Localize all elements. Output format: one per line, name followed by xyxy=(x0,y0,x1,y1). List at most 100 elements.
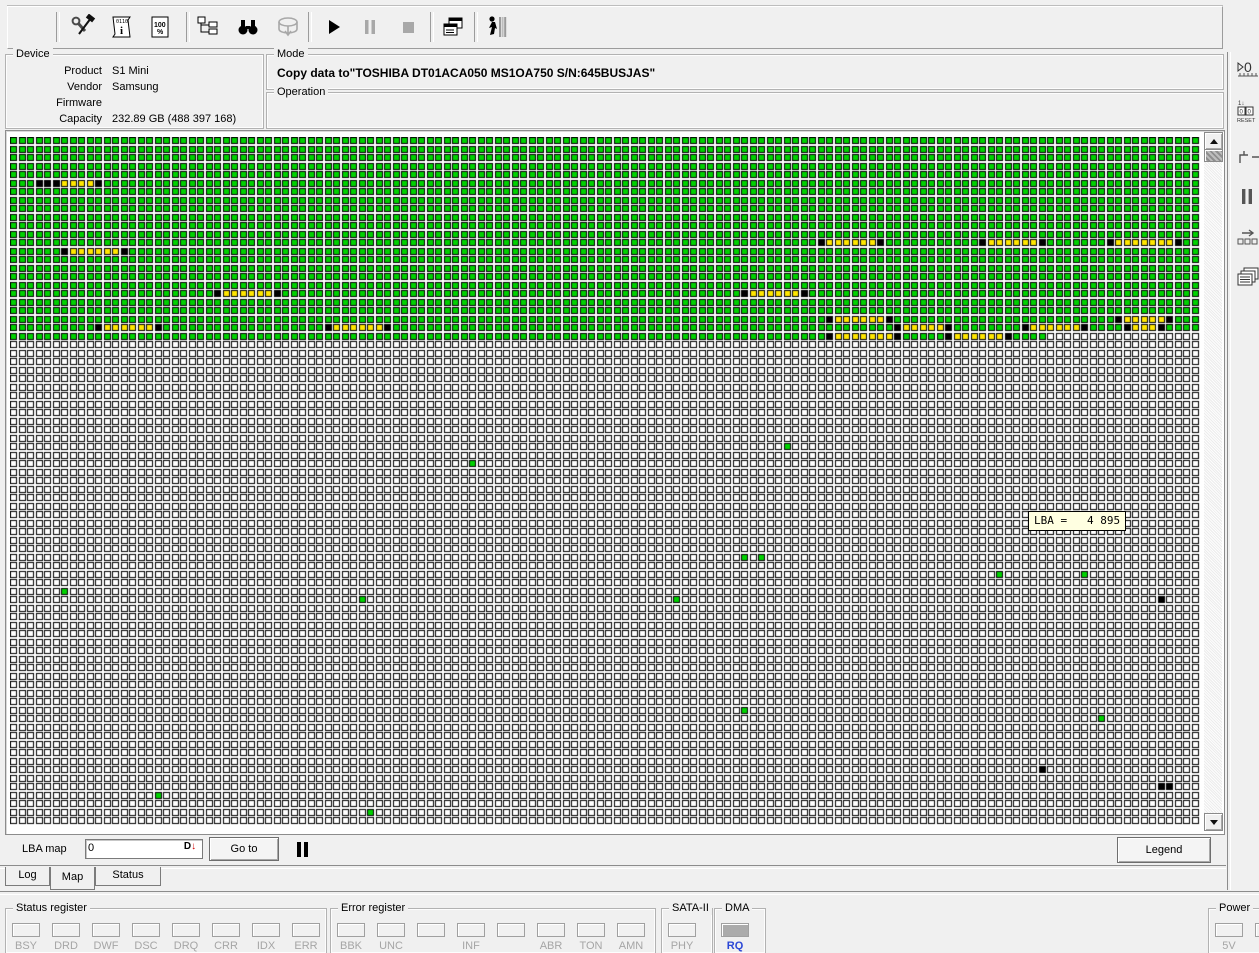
device-field-firmware: Firmware xyxy=(6,97,263,113)
cascade-windows-button[interactable] xyxy=(438,12,468,42)
led-bbk: BBK xyxy=(334,923,368,952)
field-label: Capacity xyxy=(59,113,102,125)
device-field-product: Product S1 Mini xyxy=(6,65,263,81)
start-icon xyxy=(329,20,340,34)
counter-button[interactable]: 0 xyxy=(1234,55,1259,85)
svg-text:%: % xyxy=(157,29,164,36)
reset-counter-button[interactable]: 1↓ 0 0 RESET xyxy=(1234,96,1259,126)
led-box xyxy=(1255,923,1259,937)
lba-block-map[interactable] xyxy=(10,137,1200,826)
device-groupbox: Device Product S1 Mini Vendor Samsung Firmwa… xyxy=(5,47,264,129)
map-scrollbar[interactable] xyxy=(1204,132,1223,831)
led-label: RQ xyxy=(726,940,744,952)
queue-icon xyxy=(1237,229,1258,245)
led-box xyxy=(577,923,605,937)
tab-strip-divider xyxy=(0,865,1226,869)
led-label: DRD xyxy=(54,940,78,952)
trim-button[interactable] xyxy=(1234,145,1259,175)
led-label: CRR xyxy=(214,940,238,952)
percent-doc-icon: 100 % xyxy=(151,16,169,38)
scroll-down-button[interactable] xyxy=(1204,813,1223,831)
field-label: Firmware xyxy=(56,97,102,109)
led-box xyxy=(292,923,320,937)
register-divider xyxy=(0,891,1259,895)
led-phy: PHY xyxy=(665,923,699,952)
tab-map[interactable]: Map xyxy=(50,867,95,890)
disk-write-icon xyxy=(278,17,298,37)
lba-map-label: LBA map xyxy=(22,843,67,855)
goto-button[interactable]: Go to xyxy=(209,837,279,861)
led-label: DWF xyxy=(93,940,119,952)
exit-button[interactable] xyxy=(481,12,511,42)
device-tree-icon xyxy=(197,16,218,35)
led-label: TON xyxy=(579,940,603,952)
led-box xyxy=(92,923,120,937)
tab-status[interactable]: Status xyxy=(95,867,161,886)
toolbar-separator xyxy=(430,12,434,42)
led-dwf: DWF xyxy=(89,923,123,952)
led-box xyxy=(668,923,696,937)
map-controls: LBA map D↓ Go to Legend xyxy=(0,836,1226,866)
led-drq: DRQ xyxy=(169,923,203,952)
led-label: BSY xyxy=(14,940,37,952)
windows-cascade-button[interactable] xyxy=(1234,262,1259,292)
pause-button[interactable] xyxy=(355,12,385,42)
stop-icon xyxy=(403,22,414,33)
disk-write-button[interactable] xyxy=(273,12,303,42)
error-register-leds: BBK UNC INF ABR TON AMN xyxy=(331,923,655,953)
led-inf: INF xyxy=(454,923,488,952)
led-box xyxy=(52,923,80,937)
field-value: S1 Mini xyxy=(112,65,149,77)
counter-icon: 0 xyxy=(1237,59,1258,77)
device-tree-button[interactable] xyxy=(193,12,223,42)
tab-log[interactable]: Log xyxy=(5,867,50,886)
drive-passport-button[interactable]: 0110 i xyxy=(106,12,136,42)
dma-leds: RQ xyxy=(715,923,765,953)
device-field-vendor: Vendor Samsung xyxy=(6,81,263,97)
led-box xyxy=(252,923,280,937)
pause-side-button[interactable] xyxy=(1234,182,1259,212)
scroll-thumb[interactable] xyxy=(1204,149,1223,162)
stop-button[interactable] xyxy=(393,12,423,42)
led-abr: ABR xyxy=(534,923,568,952)
scroll-up-button[interactable] xyxy=(1204,132,1223,150)
led-label: INF xyxy=(462,940,480,952)
sata-leds: PHY xyxy=(662,923,712,953)
tools-button[interactable] xyxy=(68,12,98,42)
error-register-groupbox: Error register BBK UNC INF ABR TON AMN xyxy=(330,901,656,953)
mode-text: Copy data to"TOSHIBA DT01ACA050 MS1OA750… xyxy=(277,66,656,80)
dma-title: DMA xyxy=(722,901,753,915)
percent-doc-button[interactable]: 100 % xyxy=(145,12,175,42)
sata-title: SATA-II xyxy=(669,901,712,915)
search-button[interactable] xyxy=(233,12,263,42)
legend-button[interactable]: Legend xyxy=(1117,837,1211,863)
toolbar-separator xyxy=(474,12,478,42)
led-blank xyxy=(414,923,448,940)
led-label: DRQ xyxy=(173,940,199,952)
operation-groupbox: Operation xyxy=(266,85,1224,129)
svg-text:100: 100 xyxy=(154,22,166,29)
trim-icon xyxy=(1239,151,1259,163)
app-window: 0110 i 100 % Device Product S1 Mini Vend… xyxy=(0,0,1259,953)
led-5v: 5V xyxy=(1212,923,1246,952)
start-button[interactable] xyxy=(318,12,348,42)
field-value: Samsung xyxy=(112,81,159,93)
led-ton: TON xyxy=(574,923,608,952)
svg-text:RESET: RESET xyxy=(1237,118,1256,124)
cascade-windows-icon xyxy=(443,17,463,36)
pause-indicator xyxy=(295,842,311,857)
led-label: 5V xyxy=(1222,940,1236,952)
lba-dropdown-button[interactable]: D↓ xyxy=(179,841,201,855)
lba-input[interactable] xyxy=(88,841,176,855)
svg-text:0: 0 xyxy=(1244,59,1252,75)
toolbar-separator xyxy=(56,12,60,42)
led-box xyxy=(212,923,240,937)
led-box xyxy=(1215,923,1243,937)
queue-button[interactable] xyxy=(1234,222,1259,252)
exit-icon xyxy=(489,16,507,37)
device-groupbox-title: Device xyxy=(13,47,53,61)
sata-groupbox: SATA-II PHY xyxy=(661,901,713,953)
led-bsy: BSY xyxy=(9,923,43,952)
tools-icon xyxy=(71,14,96,35)
led-box xyxy=(377,923,405,937)
